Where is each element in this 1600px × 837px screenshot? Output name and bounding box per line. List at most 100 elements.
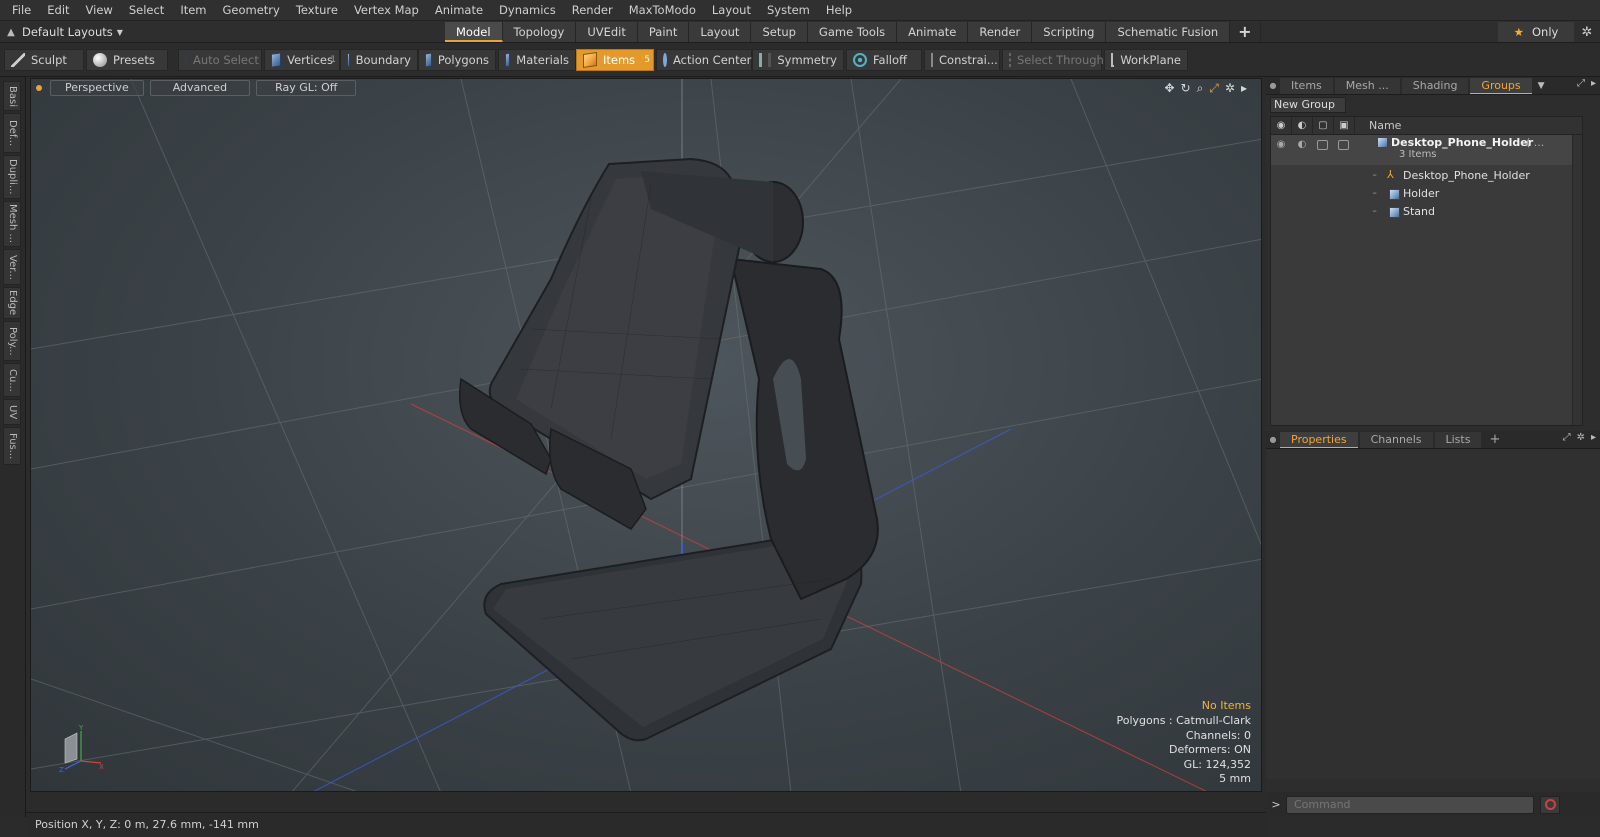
select-icon[interactable]: ▣	[1338, 120, 1350, 132]
workplane-button[interactable]: WorkPlane	[1104, 49, 1188, 71]
left-tab-3[interactable]: Mesh ...	[3, 201, 21, 247]
tab-game-tools[interactable]: Game Tools	[807, 22, 898, 42]
items-button[interactable]: Items 5	[576, 49, 654, 71]
raygl-button[interactable]: Ray GL: Off	[256, 80, 357, 96]
3d-viewport[interactable]: Perspective Advanced Ray GL: Off ✥ ↻ ⌕ ⤢…	[30, 78, 1262, 792]
record-macro-button[interactable]	[1540, 795, 1560, 814]
row-select-checkbox[interactable]	[1338, 140, 1349, 150]
menu-file[interactable]: File	[4, 0, 39, 21]
menu-system[interactable]: System	[759, 0, 818, 21]
boundary-button[interactable]: Boundary	[340, 49, 418, 71]
group-row-desktop-phone-holder[interactable]: ◉ ◐ Desktop_Phone_Holder ( ... 3 Items	[1271, 135, 1582, 165]
left-tab-9[interactable]: Fus...	[3, 427, 21, 465]
left-tab-5[interactable]: Edge	[3, 287, 21, 319]
falloff-button[interactable]: Falloff	[846, 49, 922, 71]
groups-list-scrollbar[interactable]	[1572, 135, 1582, 425]
menu-item[interactable]: Item	[172, 0, 214, 21]
tab-render[interactable]: Render	[968, 22, 1033, 42]
panel-grip-icon[interactable]: ●	[1266, 81, 1280, 90]
left-tab-4[interactable]: Ver...	[3, 249, 21, 285]
only-button[interactable]: ★ Only	[1498, 22, 1574, 42]
materials-button[interactable]: Materials	[498, 49, 576, 71]
move-view-icon[interactable]: ✥	[1164, 81, 1174, 96]
row-eye-icon[interactable]: ◉	[1275, 139, 1287, 151]
left-tab-2[interactable]: Dupli...	[3, 155, 21, 199]
lock-icon[interactable]: ▢	[1317, 120, 1329, 132]
layouts-dropdown[interactable]: ▲ Default Layouts ▼	[0, 21, 150, 43]
list-item-locator[interactable]: ╴ ⅄ Desktop_Phone_Holder	[1271, 167, 1582, 185]
left-tab-8[interactable]: UV	[3, 399, 21, 425]
tab-setup[interactable]: Setup	[751, 22, 808, 42]
tab-mesh[interactable]: Mesh ...	[1334, 77, 1400, 94]
panel-maximize-icon[interactable]: ⤢	[1577, 78, 1585, 89]
presets-button[interactable]: Presets	[86, 49, 168, 71]
menu-help[interactable]: Help	[818, 0, 860, 21]
menu-edit[interactable]: Edit	[39, 0, 77, 21]
menu-geometry[interactable]: Geometry	[215, 0, 288, 21]
left-tab-6[interactable]: Poly...	[3, 321, 21, 361]
tab-channels[interactable]: Channels	[1359, 431, 1433, 448]
tab-layout[interactable]: Layout	[689, 22, 752, 42]
row-render-icon[interactable]: ◐	[1296, 139, 1308, 151]
expand-up-icon[interactable]: ▲	[0, 27, 22, 38]
tab-schematic-fusion[interactable]: Schematic Fusion	[1106, 22, 1231, 42]
gear-icon[interactable]: ✲	[1576, 22, 1598, 42]
vertices-button[interactable]: Vertices 1	[264, 49, 340, 71]
render-icon[interactable]: ◐	[1296, 120, 1308, 132]
command-input[interactable]	[1286, 795, 1534, 814]
menu-render[interactable]: Render	[564, 0, 621, 21]
visibility-eye-icon[interactable]: ◉	[1275, 120, 1287, 132]
symmetry-button[interactable]: Symmetry	[752, 49, 844, 71]
tab-scripting[interactable]: Scripting	[1032, 22, 1107, 42]
viewport-expand-icon[interactable]: ▸	[1241, 81, 1247, 96]
panel-arrow-icon[interactable]: ▸	[1591, 78, 1596, 89]
sculpt-button[interactable]: Sculpt	[4, 49, 84, 71]
auto-select-button[interactable]: Auto Select	[178, 49, 262, 71]
tab-shading[interactable]: Shading	[1401, 77, 1469, 94]
polygons-button[interactable]: Polygons	[418, 49, 496, 71]
list-item-holder[interactable]: ╴ Holder	[1271, 185, 1582, 203]
viewport-settings-icon[interactable]: ✲	[1225, 81, 1235, 96]
tab-lists[interactable]: Lists	[1434, 431, 1482, 448]
tab-uvedit[interactable]: UVEdit	[576, 22, 638, 42]
zoom-view-icon[interactable]: ⌕	[1197, 81, 1204, 96]
rotate-view-icon[interactable]: ↻	[1181, 81, 1191, 96]
name-column-header[interactable]: Name	[1369, 119, 1401, 132]
list-item-stand[interactable]: ╴ Stand	[1271, 203, 1582, 221]
left-tab-7[interactable]: Cu...	[3, 363, 21, 397]
add-layout-tab-button[interactable]: +	[1230, 22, 1261, 42]
add-tab-button[interactable]: +	[1483, 432, 1506, 448]
maximize-view-icon[interactable]: ⤢	[1209, 81, 1219, 96]
new-group-button[interactable]: New Group	[1270, 97, 1346, 113]
menu-maxtomodo[interactable]: MaxToModo	[621, 0, 704, 21]
tab-menu-chevron-icon[interactable]: ▼	[1538, 81, 1545, 91]
left-tool-tabs: Basi Def... Dupli... Mesh ... Ver... Edge Poly…	[0, 77, 26, 817]
row-lock-checkbox[interactable]	[1317, 140, 1328, 150]
tab-paint[interactable]: Paint	[637, 22, 690, 42]
menu-select[interactable]: Select	[121, 0, 172, 21]
menu-view[interactable]: View	[78, 0, 121, 21]
shading-mode-button[interactable]: Advanced	[149, 80, 251, 96]
viewport-options-dot[interactable]	[36, 85, 42, 91]
tab-topology[interactable]: Topology	[502, 22, 577, 42]
menu-animate[interactable]: Animate	[427, 0, 491, 21]
menu-dynamics[interactable]: Dynamics	[491, 0, 564, 21]
panel-gear-icon[interactable]: ✲	[1577, 432, 1585, 443]
left-tab-1[interactable]: Def...	[3, 113, 21, 153]
panel-grip-icon[interactable]: ●	[1266, 435, 1280, 444]
menu-layout[interactable]: Layout	[704, 0, 759, 21]
tab-items[interactable]: Items	[1280, 77, 1333, 94]
view-type-button[interactable]: Perspective	[50, 80, 144, 96]
tab-groups[interactable]: Groups	[1470, 77, 1532, 94]
panel-arrow-icon[interactable]: ▸	[1591, 432, 1596, 443]
select-through-button[interactable]: Select Through	[1002, 49, 1104, 71]
tab-model[interactable]: Model	[445, 22, 503, 42]
action-center-button[interactable]: Action Center	[656, 49, 752, 71]
constraints-button[interactable]: Constrai...	[924, 49, 1000, 71]
left-tab-0[interactable]: Basi	[3, 81, 21, 111]
tab-animate[interactable]: Animate	[897, 22, 969, 42]
menu-vertex-map[interactable]: Vertex Map	[346, 0, 427, 21]
panel-maximize-icon[interactable]: ⤢	[1563, 432, 1571, 443]
tab-properties[interactable]: Properties	[1280, 431, 1358, 448]
menu-texture[interactable]: Texture	[288, 0, 346, 21]
